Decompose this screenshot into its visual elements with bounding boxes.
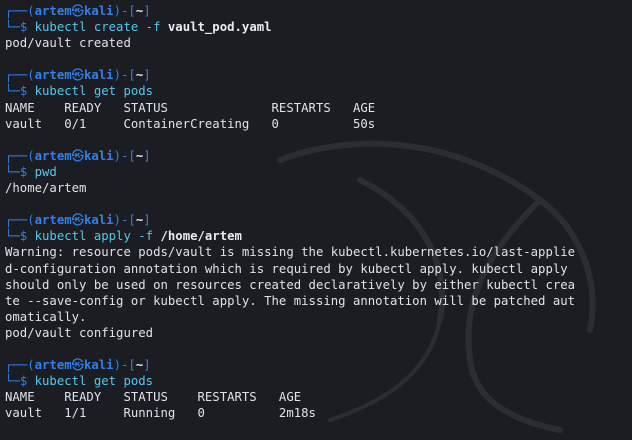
warning-line: te --save-config or kubectl apply. The m… — [5, 293, 576, 308]
prompt-dollar: $ — [19, 84, 28, 99]
prompt-dollar: $ — [19, 164, 28, 179]
prompt-at-symbol: ㉿ — [71, 68, 84, 83]
prompt-host: kali — [83, 148, 114, 163]
table-header: NAME READY STATUS RESTARTS AGE — [5, 390, 302, 405]
command-text: kubectl create -f — [34, 20, 168, 35]
command-line: └─$ pwd — [5, 164, 57, 179]
command-argument: /home/artem — [160, 229, 242, 244]
output-line: pod/vault created — [5, 36, 131, 51]
command-text: kubectl apply -f — [34, 229, 161, 244]
prompt-at-symbol: ㉿ — [71, 4, 84, 18]
warning-line: Warning: resource pods/vault is missing … — [5, 245, 576, 260]
prompt-host: kali — [83, 4, 114, 18]
prompt-host: kali — [83, 358, 114, 373]
table-row: vault 1/1 Running 0 2m18s — [5, 406, 316, 421]
command-text: kubectl get pods — [34, 374, 154, 389]
prompt-dollar: $ — [19, 229, 28, 244]
prompt-line: ┌──(artem㉿kali)-[~] — [5, 148, 151, 163]
prompt-at-symbol: ㉿ — [71, 213, 84, 228]
prompt-user: artem — [34, 213, 72, 228]
prompt-at-symbol: ㉿ — [71, 358, 84, 373]
prompt-line: ┌──(artem㉿kali)-[~] — [5, 358, 151, 373]
table-row: vault 0/1 ContainerCreating 0 50s — [5, 116, 376, 131]
command-line: └─$ kubectl get pods — [5, 374, 154, 389]
prompt-user: artem — [34, 4, 72, 18]
prompt-line: ┌──(artem㉿kali)-[~] — [5, 68, 151, 83]
output-line: /home/artem — [5, 181, 87, 196]
command-line: └─$ kubectl get pods — [5, 84, 154, 99]
table-header: NAME READY STATUS RESTARTS AGE — [5, 100, 376, 115]
command-argument: vault_pod.yaml — [167, 20, 272, 35]
warning-line: d-configuration annotation which is requ… — [5, 261, 568, 276]
prompt-user: artem — [34, 68, 72, 83]
command-line: └─$ kubectl apply -f /home/artem — [5, 229, 242, 244]
output-line: pod/vault configured — [5, 325, 154, 340]
command-text: pwd — [34, 164, 57, 179]
command-line: └─$ kubectl create -f vault_pod.yaml — [5, 20, 272, 35]
prompt-dollar: $ — [19, 20, 28, 35]
prompt-line: ┌──(artem㉿kali)-[~] — [5, 213, 151, 228]
prompt-line: ┌──(artem㉿kali)-[~] — [5, 4, 151, 18]
prompt-dollar: $ — [19, 374, 28, 389]
prompt-host: kali — [83, 213, 114, 228]
command-text: kubectl get pods — [34, 84, 154, 99]
terminal-window[interactable]: ┌──(artem㉿kali)-[~] └─$ kubectl create -… — [0, 0, 632, 433]
prompt-host: kali — [83, 68, 114, 83]
prompt-user: artem — [34, 358, 72, 373]
warning-line: should only be used on resources created… — [5, 277, 576, 292]
warning-line: omatically. — [5, 309, 87, 324]
prompt-user: artem — [34, 148, 72, 163]
prompt-at-symbol: ㉿ — [71, 148, 84, 163]
